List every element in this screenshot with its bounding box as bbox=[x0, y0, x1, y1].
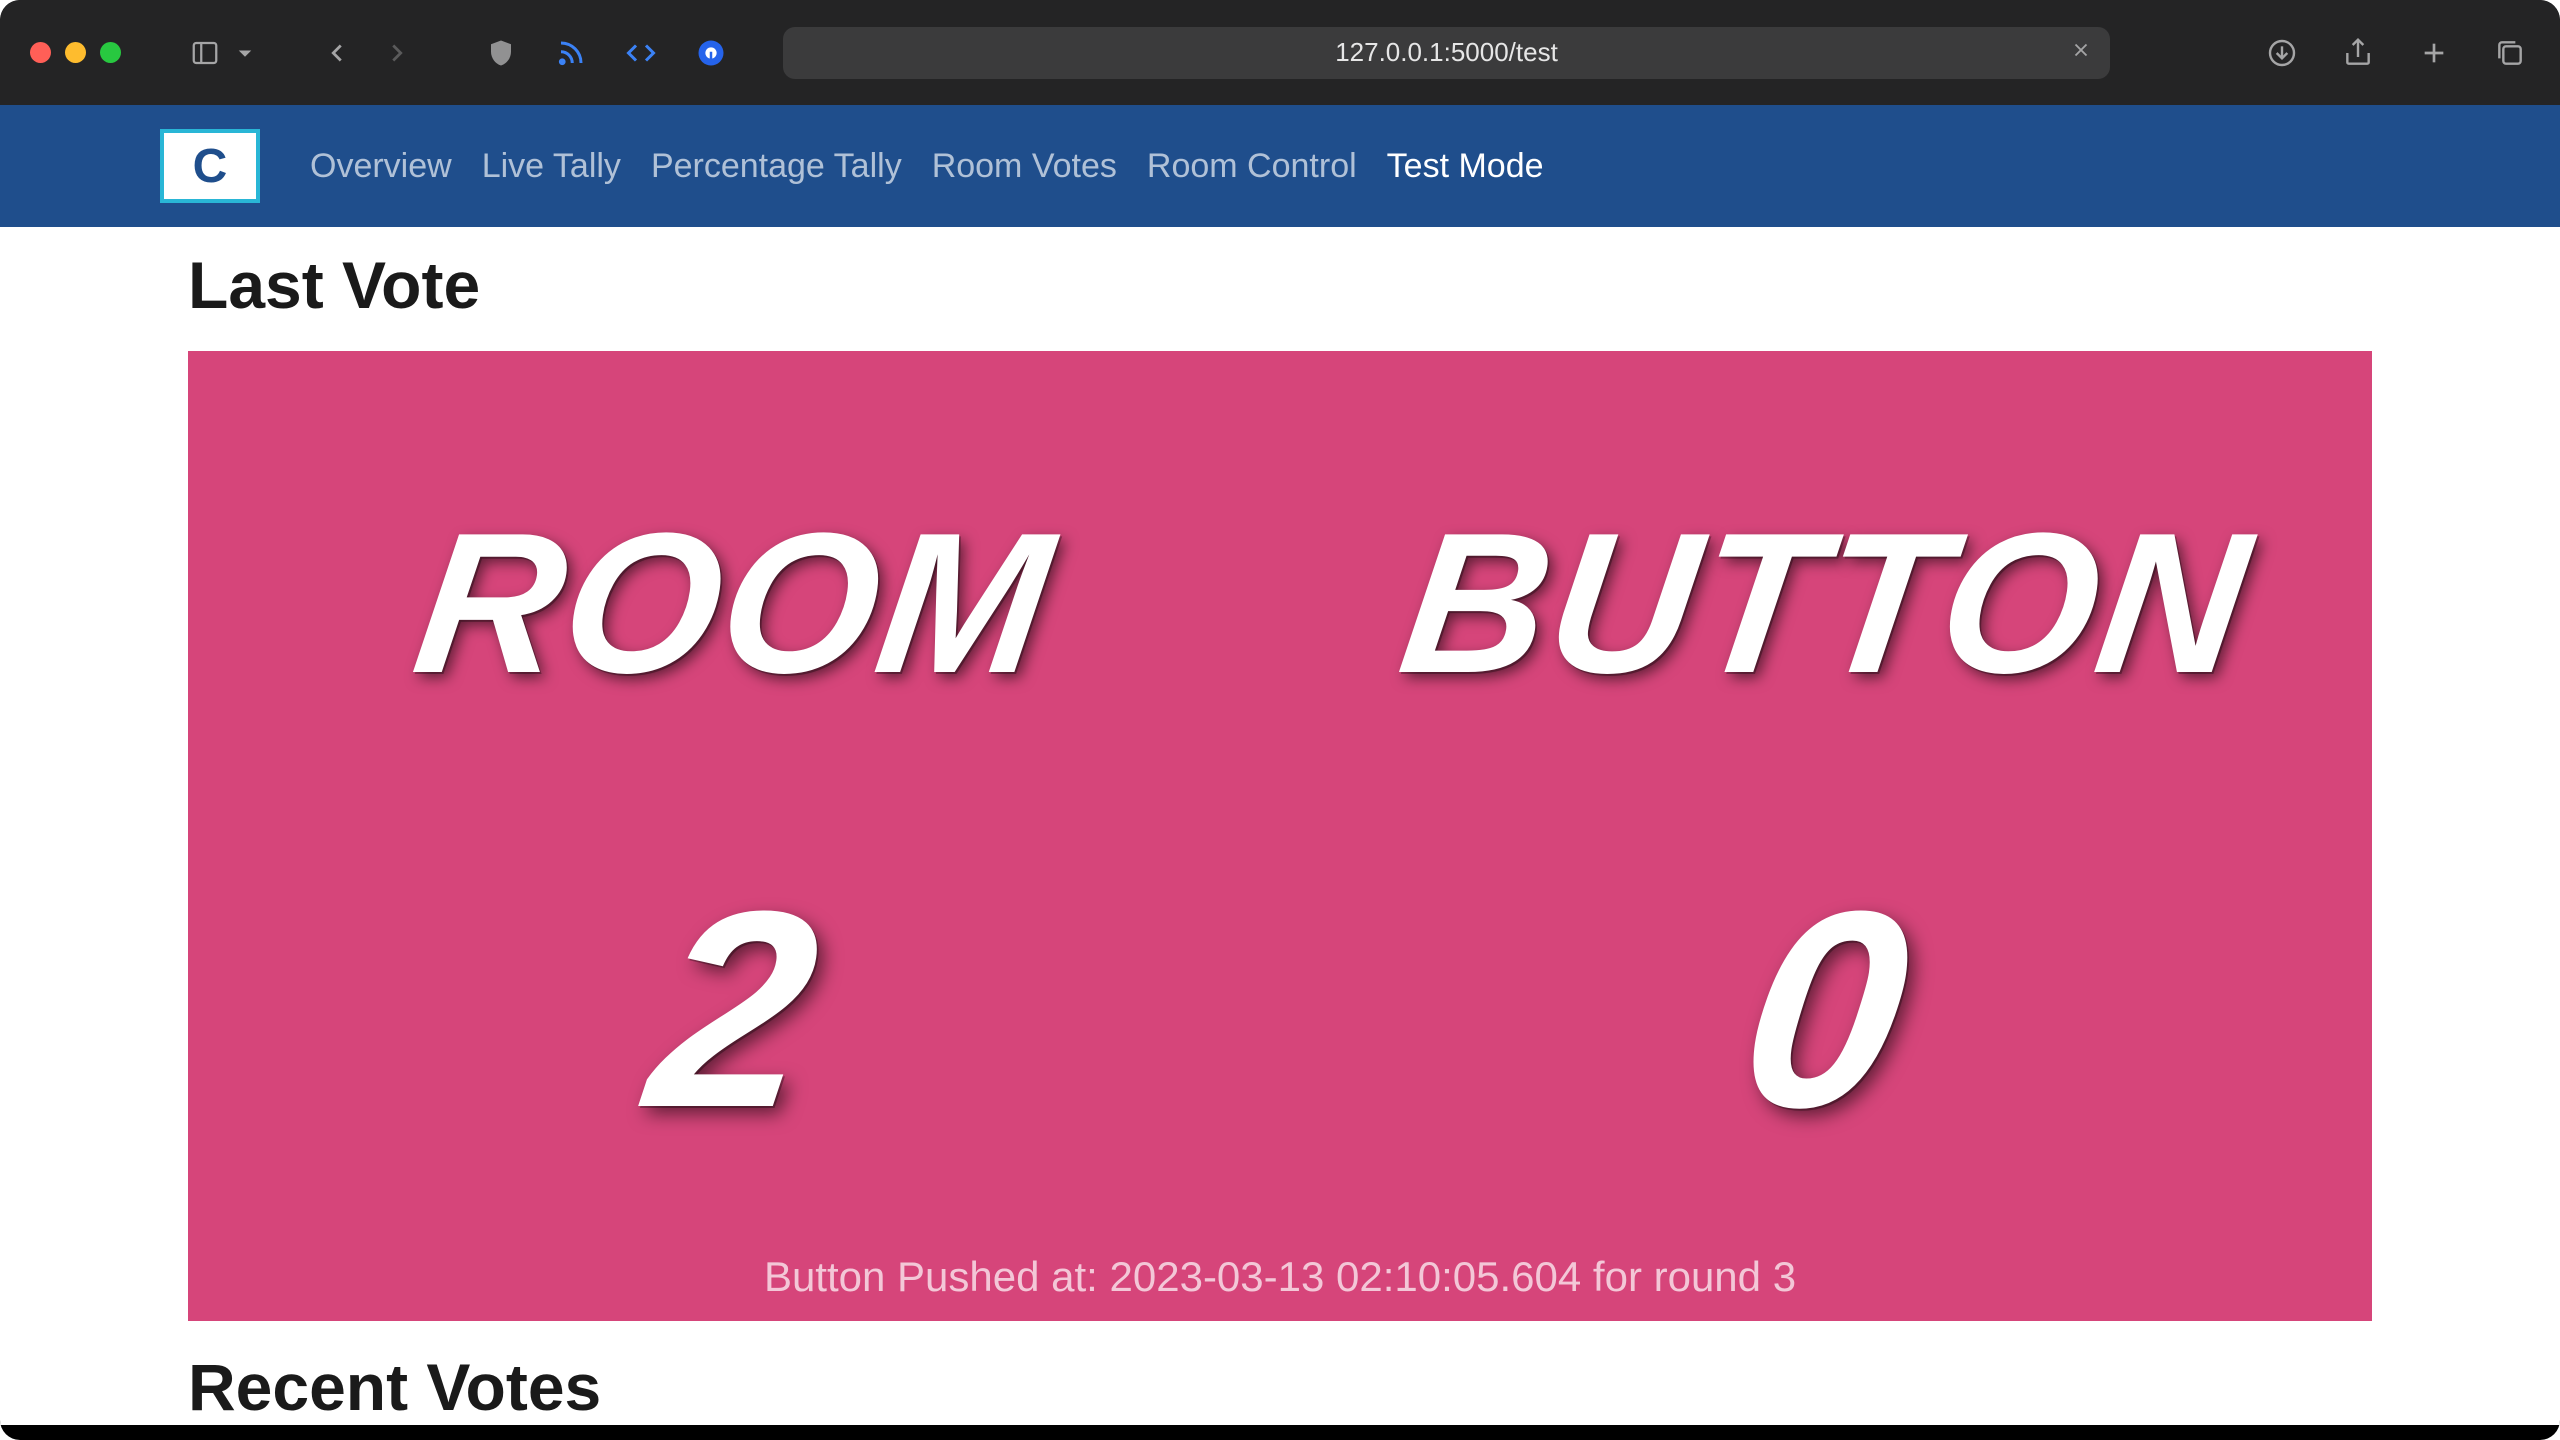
window-close-button[interactable] bbox=[30, 42, 51, 63]
shield-icon[interactable] bbox=[481, 33, 521, 73]
app-logo[interactable]: C bbox=[160, 129, 260, 203]
browser-toolbar: 127.0.0.1:5000/test bbox=[0, 0, 2560, 105]
nav-links: Overview Live Tally Percentage Tally Roo… bbox=[310, 147, 1544, 186]
nav-link-test-mode[interactable]: Test Mode bbox=[1387, 147, 1544, 186]
forward-button-icon bbox=[377, 33, 417, 73]
onepassword-icon[interactable] bbox=[691, 33, 731, 73]
app-logo-letter: C bbox=[193, 139, 228, 194]
nav-link-percentage-tally[interactable]: Percentage Tally bbox=[651, 147, 902, 186]
rss-icon[interactable] bbox=[551, 33, 591, 73]
tab-overview-icon[interactable] bbox=[2490, 33, 2530, 73]
nav-link-live-tally[interactable]: Live Tally bbox=[482, 147, 621, 186]
stop-reload-icon[interactable] bbox=[2070, 37, 2092, 68]
nav-link-room-control[interactable]: Room Control bbox=[1147, 147, 1357, 186]
downloads-icon[interactable] bbox=[2262, 33, 2302, 73]
button-value: 0 bbox=[1728, 870, 1923, 1150]
back-button-icon[interactable] bbox=[317, 33, 357, 73]
room-label: ROOM bbox=[405, 504, 1063, 704]
new-tab-icon[interactable] bbox=[2414, 33, 2454, 73]
recent-votes-heading: Recent Votes bbox=[188, 1349, 2372, 1425]
last-vote-panel: ROOM BUTTON 2 0 Button Pushed at: 2023-0… bbox=[188, 351, 2372, 1321]
room-value: 2 bbox=[636, 870, 831, 1150]
nav-link-room-votes[interactable]: Room Votes bbox=[932, 147, 1117, 186]
app-navbar: C Overview Live Tally Percentage Tally R… bbox=[0, 105, 2560, 227]
window-fullscreen-button[interactable] bbox=[100, 42, 121, 63]
button-label: BUTTON bbox=[1391, 504, 2261, 704]
window-controls bbox=[30, 42, 121, 63]
push-status-text: Button Pushed at: 2023-03-13 02:10:05.60… bbox=[188, 1213, 2372, 1301]
main-content: Last Vote ROOM BUTTON 2 0 Button Pushed … bbox=[0, 227, 2560, 1425]
url-bar[interactable]: 127.0.0.1:5000/test bbox=[783, 27, 2110, 79]
url-text: 127.0.0.1:5000/test bbox=[1335, 37, 1558, 68]
browser-right-controls bbox=[2262, 0, 2530, 105]
devtools-icon[interactable] bbox=[621, 33, 661, 73]
share-icon[interactable] bbox=[2338, 33, 2378, 73]
nav-link-overview[interactable]: Overview bbox=[310, 147, 452, 186]
sidebar-toggle-icon[interactable] bbox=[185, 33, 225, 73]
tab-groups-dropdown-icon[interactable] bbox=[225, 33, 265, 73]
last-vote-heading: Last Vote bbox=[188, 247, 2372, 323]
window-minimize-button[interactable] bbox=[65, 42, 86, 63]
